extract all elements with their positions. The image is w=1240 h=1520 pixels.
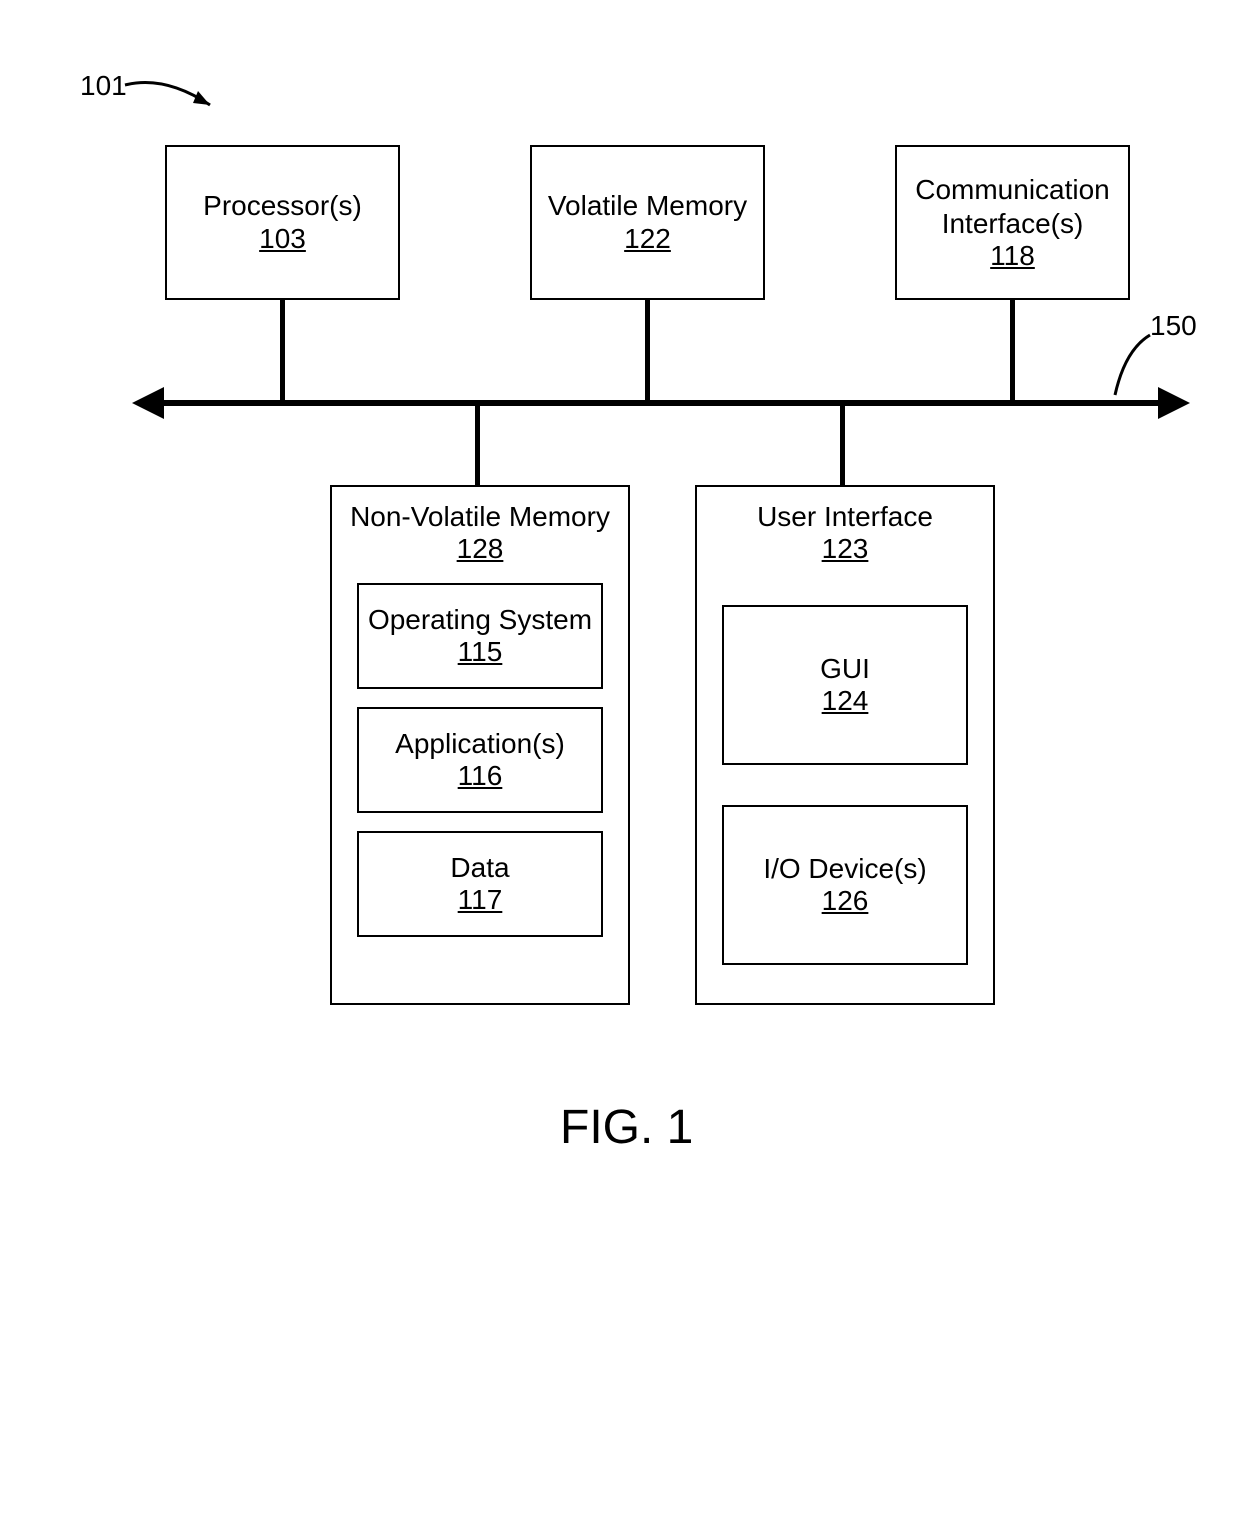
user-interface-block: User Interface 123 GUI 124 I/O Device(s)… <box>695 485 995 1005</box>
gui-label: GUI <box>820 653 870 685</box>
application-label: Application(s) <box>395 728 565 760</box>
processor-label: Processor(s) <box>203 190 362 222</box>
connector-bus-ui <box>840 403 845 485</box>
operating-system-ref: 115 <box>458 636 503 668</box>
application-ref: 116 <box>458 760 503 792</box>
connector-volatile-bus <box>645 300 650 403</box>
volatile-memory-label: Volatile Memory <box>548 190 747 222</box>
communication-interface-label: Communication Interface(s) <box>897 173 1128 240</box>
gui-box: GUI 124 <box>722 605 968 765</box>
connector-bus-nonvolatile <box>475 403 480 485</box>
system-ref-arrow <box>120 65 240 125</box>
communication-interface-ref: 118 <box>990 240 1035 272</box>
connector-processor-bus <box>280 300 285 403</box>
processor-box: Processor(s) 103 <box>165 145 400 300</box>
user-interface-ref: 123 <box>822 533 869 565</box>
data-box: Data 117 <box>357 831 603 937</box>
operating-system-box: Operating System 115 <box>357 583 603 689</box>
connector-comm-bus <box>1010 300 1015 403</box>
nonvolatile-title-ref: 128 <box>457 533 504 565</box>
data-ref: 117 <box>458 884 503 916</box>
nonvolatile-title-label: Non-Volatile Memory <box>350 501 610 533</box>
bus-ref-leader <box>1105 325 1165 405</box>
user-interface-label: User Interface <box>757 501 933 533</box>
processor-ref: 103 <box>259 223 306 255</box>
application-box: Application(s) 116 <box>357 707 603 813</box>
communication-interface-box: Communication Interface(s) 118 <box>895 145 1130 300</box>
volatile-memory-box: Volatile Memory 122 <box>530 145 765 300</box>
figure-caption: FIG. 1 <box>560 1100 693 1155</box>
operating-system-label: Operating System <box>368 604 592 636</box>
gui-ref: 124 <box>822 685 869 717</box>
io-device-label: I/O Device(s) <box>763 853 926 885</box>
volatile-memory-ref: 122 <box>624 223 671 255</box>
diagram-canvas: 101 Processor(s) 103 Volatile Memory 122… <box>0 0 1240 1520</box>
data-label: Data <box>450 852 509 884</box>
io-device-box: I/O Device(s) 126 <box>722 805 968 965</box>
bus-arrow-left <box>132 384 172 424</box>
io-device-ref: 126 <box>822 885 869 917</box>
nonvolatile-memory-block: Non-Volatile Memory 128 Operating System… <box>330 485 630 1005</box>
